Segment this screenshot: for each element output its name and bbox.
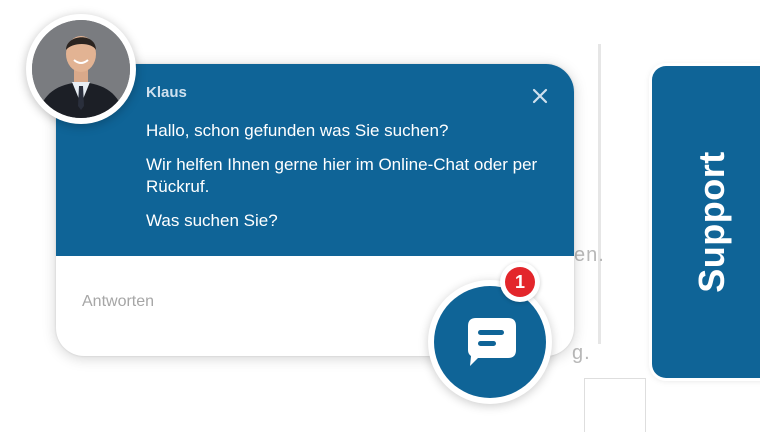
close-button[interactable] <box>528 84 552 108</box>
unread-count: 1 <box>505 267 535 297</box>
chat-message-panel: Klaus Hallo, schon gefunden was Sie such… <box>56 64 574 256</box>
support-tab[interactable]: Support <box>652 66 760 378</box>
close-icon <box>532 88 548 104</box>
chat-bubble-icon <box>468 318 516 366</box>
unread-badge: 1 <box>500 262 540 302</box>
page-divider <box>598 44 601 344</box>
page-text-fragment: en. <box>574 244 605 266</box>
chat-widget-stage: en. g. Klaus Hallo, schon gefunden was S… <box>0 0 760 432</box>
chat-launcher-button[interactable] <box>428 280 552 404</box>
support-tab-label: Support <box>691 151 732 293</box>
chat-message: Wir helfen Ihnen gerne hier im Online-Ch… <box>146 155 538 196</box>
chat-launcher-circle <box>434 286 546 398</box>
agent-avatar <box>26 14 136 124</box>
avatar-photo <box>32 20 130 118</box>
chat-message: Was suchen Sie? <box>146 211 278 230</box>
agent-name: Klaus <box>146 84 187 101</box>
reply-input[interactable] <box>82 288 412 316</box>
chat-message: Hallo, schon gefunden was Sie suchen? <box>146 121 449 140</box>
page-box <box>584 378 646 432</box>
page-text-fragment: g. <box>572 342 591 364</box>
